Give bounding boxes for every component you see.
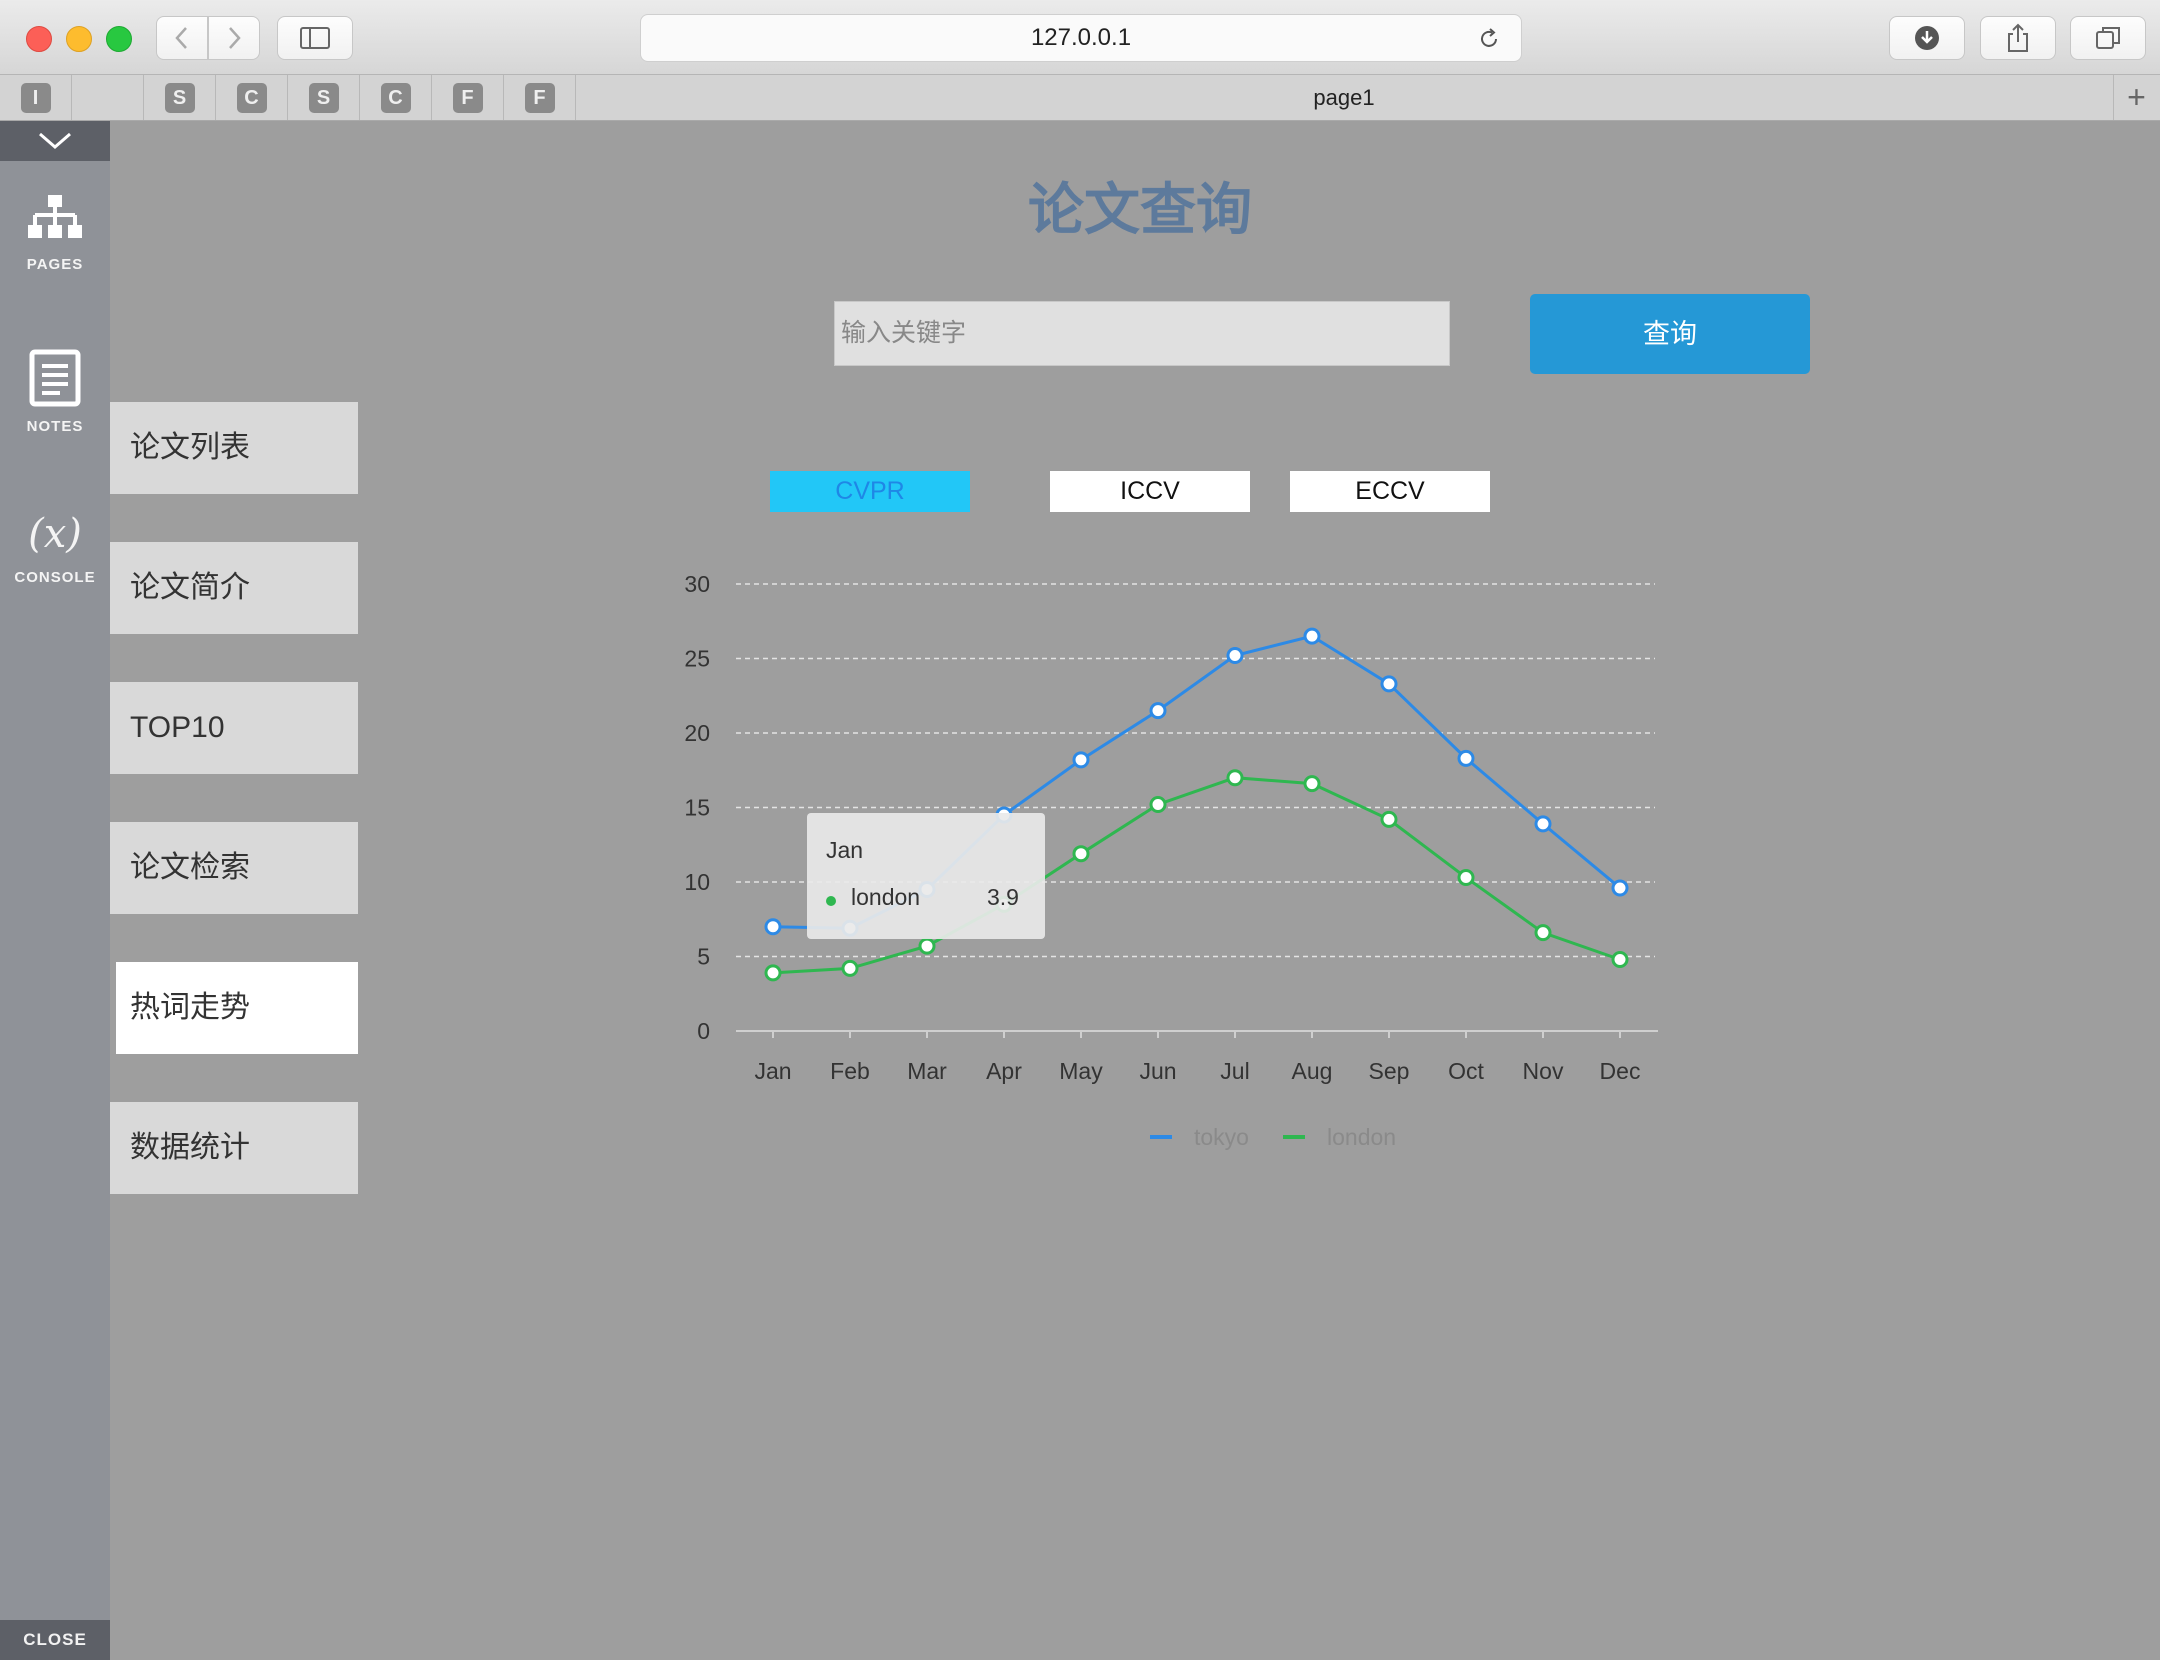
pinned-tab-icon: S [164, 82, 195, 113]
x-tick-label: Jun [1139, 1058, 1176, 1084]
x-tick-label: Oct [1448, 1058, 1484, 1084]
data-point-london [1534, 924, 1552, 942]
data-point-tokyo [1072, 751, 1090, 769]
y-tick-label: 5 [697, 944, 710, 970]
x-tick-label: Apr [986, 1058, 1022, 1084]
tab-bar: I S C S C F F page1 + [0, 75, 2160, 121]
legend-label-tokyo: tokyo [1194, 1124, 1249, 1150]
sidebar-toggle-button[interactable] [277, 16, 353, 60]
new-tab-button[interactable]: + [2113, 75, 2160, 120]
rail-label: NOTES [26, 418, 84, 435]
address-bar[interactable]: 127.0.0.1 [640, 14, 1522, 62]
data-point-tokyo [764, 918, 782, 936]
data-point-london [1149, 796, 1167, 814]
data-point-london [1380, 810, 1398, 828]
x-tick-label: Dec [1600, 1058, 1641, 1084]
reload-icon[interactable] [1477, 27, 1501, 51]
share-button[interactable] [1980, 16, 2056, 60]
y-tick-label: 20 [684, 720, 710, 746]
x-tick-label: Feb [830, 1058, 870, 1084]
zoom-window-button[interactable] [106, 26, 132, 52]
pinned-tab-icon: F [452, 82, 483, 113]
data-point-tokyo [1303, 627, 1321, 645]
y-tick-label: 30 [684, 571, 710, 597]
variable-icon: (x) [28, 511, 82, 557]
x-tick-label: Mar [907, 1058, 947, 1084]
data-point-london [1457, 869, 1475, 887]
sitemap-icon [28, 195, 82, 238]
tabs-icon [2096, 27, 2120, 49]
rail-item-notes[interactable]: NOTES [0, 349, 110, 435]
rail-item-pages[interactable]: PAGES [0, 193, 110, 273]
pinned-tab[interactable]: S [144, 75, 216, 120]
close-sidebar-button[interactable]: CLOSE [0, 1620, 110, 1660]
data-point-tokyo [1611, 879, 1629, 897]
data-point-tokyo [1534, 815, 1552, 833]
trend-line-chart: 0 5 10 15 20 25 30 Jan Feb Mar Apr May Jun Jul Aug Sep O… [684, 571, 1658, 1150]
rail-label: PAGES [26, 256, 84, 273]
downloads-button[interactable] [1889, 16, 1965, 60]
forward-button[interactable] [208, 16, 260, 60]
data-point-london [1226, 769, 1244, 787]
data-point-london [841, 959, 859, 977]
y-tick-label: 0 [697, 1018, 710, 1044]
pinned-tab-icon: I [20, 82, 51, 113]
rail-label: CONSOLE [14, 569, 96, 586]
chevron-left-icon [175, 27, 187, 49]
rail-item-console[interactable]: (x) CONSOLE [0, 505, 110, 586]
data-point-tokyo [1149, 702, 1167, 720]
pinned-tab-icon: F [524, 82, 555, 113]
prototype-sidebar: PAGES NOTES (x) CONSOLE CLOSE [0, 121, 110, 1660]
data-point-london [1303, 775, 1321, 793]
pinned-tab[interactable]: C [216, 75, 288, 120]
chevron-down-icon [39, 132, 71, 149]
share-icon [2008, 23, 2028, 52]
pinned-tab[interactable]: I [0, 75, 72, 120]
chevron-right-icon [229, 27, 241, 49]
data-point-tokyo [1457, 749, 1475, 767]
collapse-toggle[interactable] [0, 121, 110, 161]
x-tick-label: Aug [1292, 1058, 1333, 1084]
x-tick-label: Nov [1523, 1058, 1564, 1084]
y-tick-label: 15 [684, 795, 710, 821]
tab-overview-button[interactable] [2070, 16, 2146, 60]
pinned-tab-icon: C [380, 82, 411, 113]
back-button[interactable] [156, 16, 208, 60]
close-window-button[interactable] [26, 26, 52, 52]
minimize-window-button[interactable] [66, 26, 92, 52]
tooltip-month: Jan [826, 837, 864, 863]
data-point-london [1611, 950, 1629, 968]
x-tick-label: Jan [754, 1058, 791, 1084]
tooltip-value: 3.9 [987, 884, 1019, 910]
browser-toolbar: 127.0.0.1 [0, 0, 2160, 75]
chart-tooltip: Jan london 3.9 [807, 813, 1045, 939]
x-tick-label: May [1059, 1058, 1103, 1084]
y-tick-label: 25 [684, 646, 710, 672]
legend-label-london: london [1327, 1124, 1396, 1150]
pinned-tab[interactable] [72, 75, 144, 120]
url-text: 127.0.0.1 [1030, 24, 1132, 51]
x-tick-label: Jul [1220, 1058, 1249, 1084]
pinned-tab[interactable]: S [288, 75, 360, 120]
download-icon [1915, 26, 1939, 50]
sidebar-icon [300, 27, 330, 49]
x-tick-label: Sep [1369, 1058, 1410, 1084]
pinned-tab[interactable]: F [432, 75, 504, 120]
notes-icon [29, 349, 81, 407]
data-point-tokyo [1226, 647, 1244, 665]
data-point-london [918, 937, 936, 955]
pinned-tab[interactable]: F [504, 75, 576, 120]
tooltip-series-name: london [851, 884, 921, 910]
tab-page1[interactable]: page1 [575, 75, 2114, 120]
y-tick-label: 10 [684, 869, 710, 895]
data-point-tokyo [1380, 675, 1398, 693]
data-point-london [764, 964, 782, 982]
data-point-london [1072, 845, 1090, 863]
pinned-tab[interactable]: C [360, 75, 432, 120]
pinned-tab-icon: S [308, 82, 339, 113]
tooltip-series-dot [826, 896, 836, 906]
pinned-tab-icon: C [236, 82, 267, 113]
